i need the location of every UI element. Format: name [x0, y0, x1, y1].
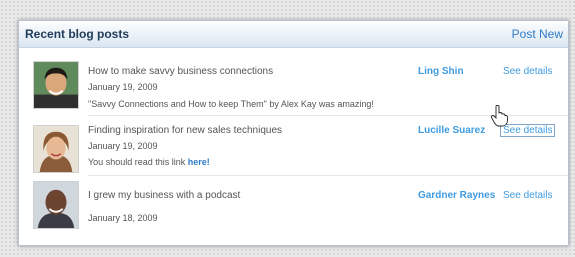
- post-date: January 19, 2009: [88, 82, 158, 92]
- avatar: [33, 125, 79, 173]
- recent-blog-posts-panel: Recent blog posts Post New How to make s…: [18, 20, 569, 246]
- person-photo-icon: [34, 62, 78, 108]
- author-link[interactable]: Lucille Suarez: [418, 125, 485, 136]
- post-title[interactable]: How to make savvy business connections: [88, 66, 273, 77]
- post-note-link[interactable]: here!: [188, 157, 210, 167]
- author-link[interactable]: Ling Shin: [418, 66, 464, 77]
- blog-post-item: Finding inspiration for new sales techni…: [19, 115, 568, 175]
- hand-cursor-icon: [490, 105, 508, 127]
- post-title[interactable]: I grew my business with a podcast: [88, 190, 240, 201]
- post-note-text: You should read this link: [88, 157, 188, 167]
- blog-post-item: How to make savvy business connections J…: [19, 49, 568, 115]
- author-link[interactable]: Gardner Raynes: [418, 190, 495, 201]
- post-note: "Savvy Connections and How to keep Them"…: [88, 99, 374, 109]
- see-details-link[interactable]: See details: [500, 124, 556, 137]
- panel-header: Recent blog posts Post New: [19, 21, 568, 48]
- person-photo-icon: [34, 126, 78, 172]
- post-date: January 18, 2009: [88, 213, 158, 223]
- post-date: January 19, 2009: [88, 141, 158, 151]
- post-new-link[interactable]: Post New: [512, 27, 563, 41]
- avatar: [33, 61, 79, 109]
- post-note: You should read this link here!: [88, 157, 210, 167]
- post-title[interactable]: Finding inspiration for new sales techni…: [88, 125, 282, 136]
- panel-title: Recent blog posts: [25, 27, 130, 41]
- blog-post-item: I grew my business with a podcast Januar…: [19, 175, 568, 239]
- avatar: [33, 181, 79, 229]
- person-photo-icon: [34, 182, 78, 228]
- see-details-link[interactable]: See details: [503, 190, 552, 201]
- see-details-link[interactable]: See details: [503, 66, 552, 77]
